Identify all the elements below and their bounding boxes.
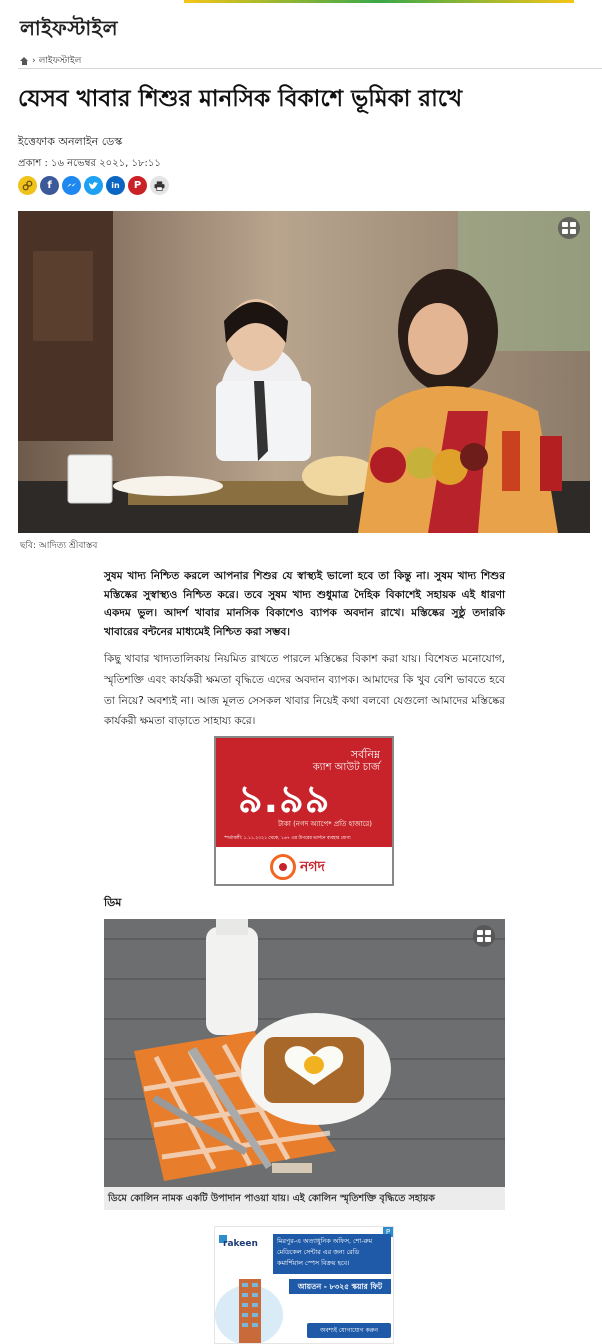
gallery-icon[interactable] (473, 925, 495, 947)
rakeen-ad-size: আয়তন - ৮৩২৫ স্কয়ার ফিট (289, 1279, 391, 1294)
article-lead: সুষম খাদ্য নিশ্চিত করলে আপনার শিশুর যে স… (104, 570, 505, 638)
breadcrumb: › লাইফস্টাইল (20, 53, 81, 68)
nagad-ad-fineprint: *শর্তাবলী: ১.১১.২০২১ থেকে, ১৬৭ এর উপরের … (224, 836, 351, 841)
messenger-icon[interactable] (62, 176, 81, 195)
nagad-logo-icon (270, 854, 296, 880)
print-icon[interactable] (150, 176, 169, 195)
contact-button[interactable]: অবশ্যই যোগাযোগ করুন (307, 1323, 391, 1338)
egg-caption: ডিমে কোলিন নামক একটি উপাদান পাওয়া যায়।… (104, 1187, 505, 1210)
twitter-icon[interactable] (84, 176, 103, 195)
nagad-brand: নগদ (300, 859, 325, 875)
article-paragraph: কিছু খাবার খাদ্যতালিকায় নিয়মিত রাখতে প… (104, 653, 505, 728)
gallery-icon[interactable] (558, 217, 580, 239)
pinterest-icon[interactable]: P (128, 176, 147, 195)
divider (18, 68, 602, 69)
building-image (215, 1279, 283, 1343)
publish-date: প্রকাশ : ১৬ নভেম্বর ২০২১, ১৮:১১ (18, 158, 161, 169)
rakeen-ad[interactable]: P rakeen মিরপুর-এ অত্যাধুনিক অফিস, শো-রু… (214, 1226, 394, 1344)
linkedin-icon[interactable]: in (106, 176, 125, 195)
egg-image[interactable] (104, 919, 505, 1187)
section-title[interactable]: লাইফস্টাইল (20, 14, 118, 47)
nagad-ad-sub: টাকা (নগদ অ্যাপে* প্রতি হাজারে) (278, 820, 372, 828)
article-author[interactable]: ইত্তেফাক অনলাইন ডেস্ক (18, 133, 122, 152)
nagad-ad-banner: সর্বনিম্ন ক্যাশ আউট চার্জ ৯.৯৯ টাকা (নগদ… (216, 738, 392, 847)
hero-image[interactable] (18, 211, 590, 533)
breadcrumb-separator: › (32, 55, 36, 66)
rakeen-brand: rakeen (223, 1239, 258, 1249)
home-icon[interactable] (20, 56, 29, 65)
facebook-icon[interactable]: f (40, 176, 59, 195)
nagad-logo: নগদ (270, 854, 325, 880)
section-subheading: ডিম (104, 896, 122, 909)
share-bar: f in P (18, 176, 169, 195)
nagad-ad[interactable]: সর্বনিম্ন ক্যাশ আউট চার্জ ৯.৯৯ টাকা (নগদ… (214, 736, 394, 886)
breadcrumb-current[interactable]: লাইফস্টাইল (39, 53, 82, 68)
link-icon[interactable] (18, 176, 37, 195)
article-headline: যেসব খাবার শিশুর মানসিক বিকাশে ভূমিকা রা… (18, 86, 463, 112)
hero-caption: ছবি: আদিত্য শ্রীবাস্তব (20, 541, 98, 551)
top-ad-banner[interactable] (184, 0, 574, 3)
